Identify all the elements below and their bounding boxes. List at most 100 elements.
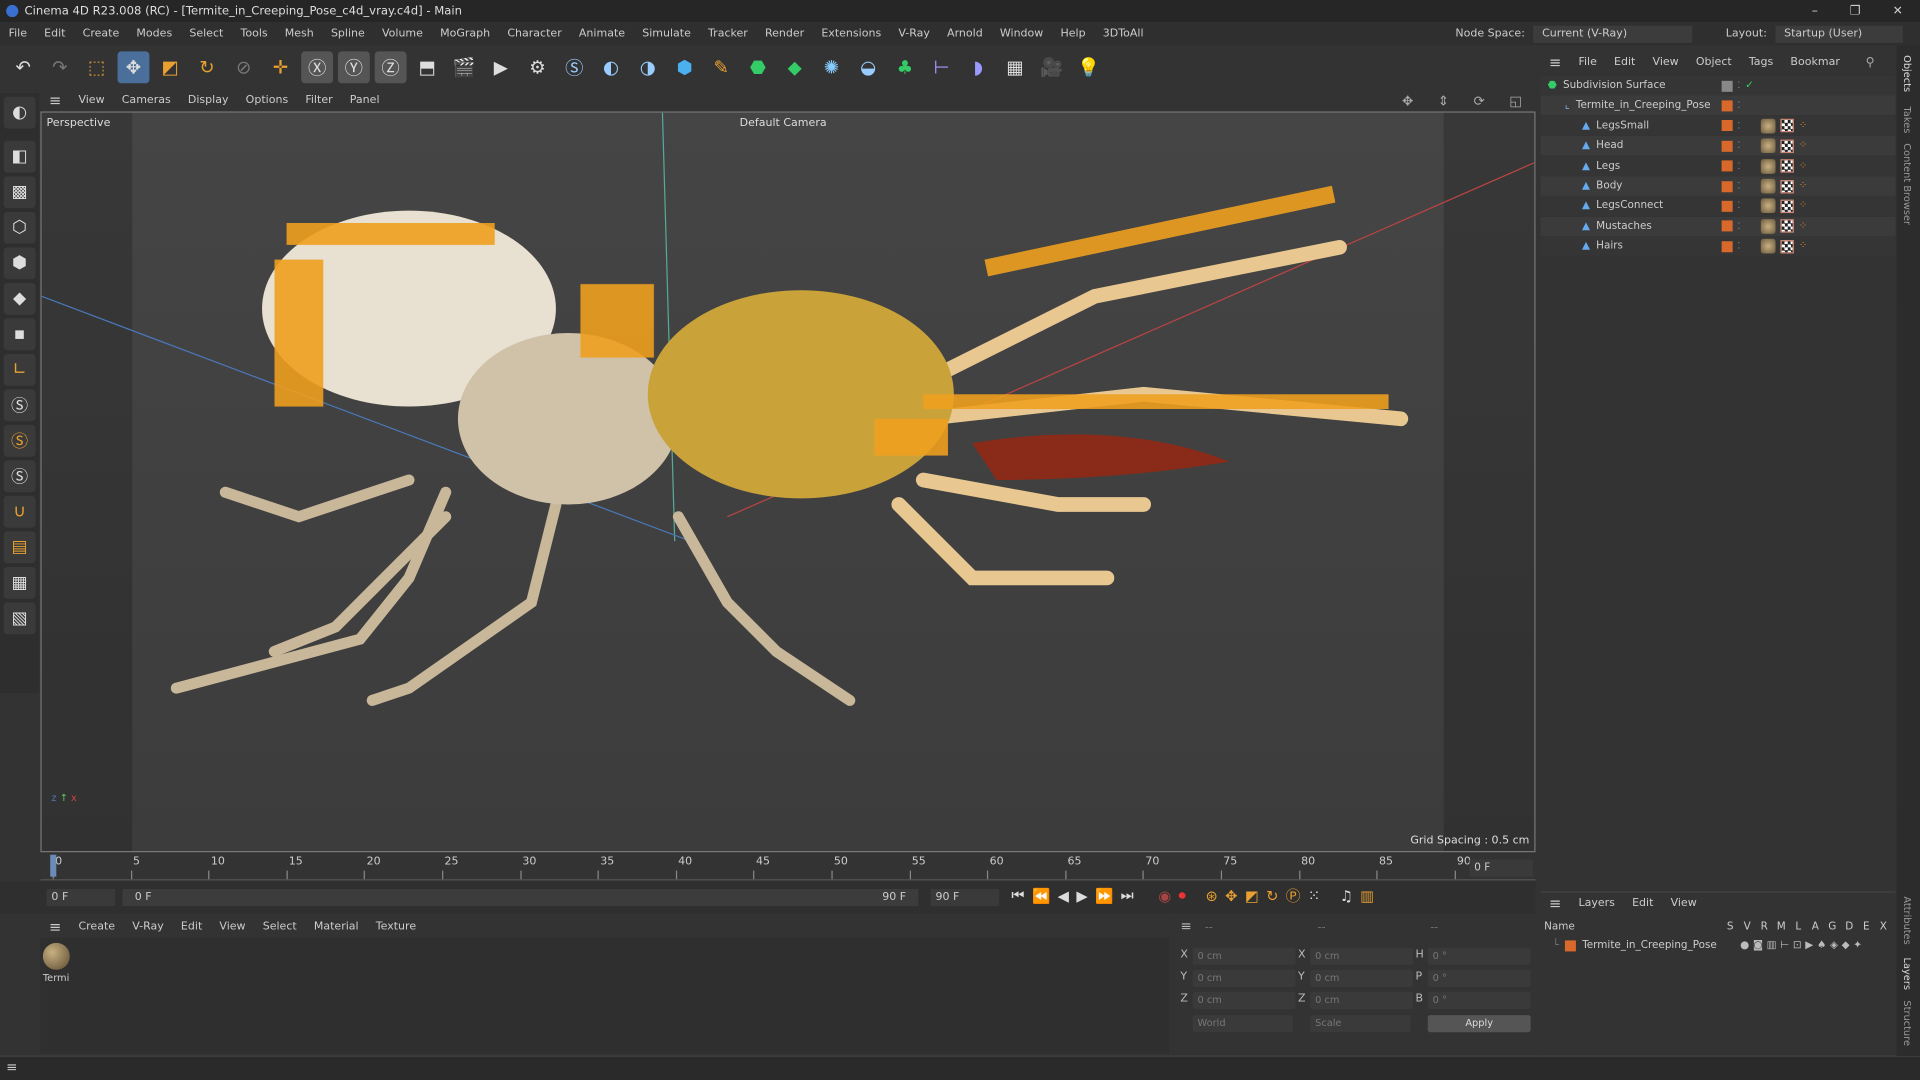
size-y-field[interactable]: 0 cm [1310,969,1414,987]
layer-visibility-icons[interactable]: ⁚ [1721,240,1740,252]
motion-system-icon[interactable]: ▥ [1360,887,1374,904]
menu-simulate[interactable]: Simulate [634,28,700,40]
layers-column-e[interactable]: E [1858,921,1875,933]
floor-icon[interactable]: ▦ [999,51,1031,83]
menu-file[interactable]: File [0,28,36,40]
rotate-icon[interactable]: ↻ [191,51,223,83]
key-rotation-icon[interactable]: ↻ [1266,887,1278,904]
menu-animate[interactable]: Animate [570,28,633,40]
viewport-menu-view[interactable]: View [70,94,113,106]
solo3-icon[interactable]: Ⓢ [3,460,36,493]
pos-z-field[interactable]: 0 cm [1192,991,1296,1009]
object-name[interactable]: Hairs [1596,240,1623,252]
cube-icon[interactable]: ⬢ [669,51,701,83]
object-row[interactable]: ⬣ Subdivision Surface ⁚ ✓ [1540,75,1896,96]
render-view-icon[interactable]: ▶ [485,51,517,83]
keyframe-selection-icon[interactable]: ⊛ [1206,887,1218,904]
phong-tag-icon[interactable]: ⁘ [1799,140,1808,152]
apply-button[interactable]: Apply [1427,1015,1531,1033]
object-row[interactable]: ▲ Legs ⁚ ⁘ [1540,156,1896,176]
object-name[interactable]: Subdivision Surface [1563,80,1666,92]
layers-column-x[interactable]: X [1875,921,1892,933]
axis-icon[interactable]: ∟ [3,353,36,386]
menu-tools[interactable]: Tools [232,28,276,40]
object-row[interactable]: ▲ Head ⁚ ⁘ [1540,136,1896,156]
material-menu-texture[interactable]: Texture [367,921,424,933]
search-icon[interactable]: ⚲ [1857,56,1883,69]
extrude-icon[interactable]: ◆ [779,51,811,83]
uvw-tag-icon[interactable] [1780,219,1794,234]
playhead[interactable] [50,854,57,877]
camera-icon[interactable]: 🎥 [1036,51,1068,83]
select-icon[interactable]: ⬚ [81,51,113,83]
material-menu-select[interactable]: Select [254,921,305,933]
menu-window[interactable]: Window [991,28,1052,40]
uv-mode-icon[interactable]: ▪ [3,318,36,351]
size-z-field[interactable]: 0 cm [1310,991,1414,1009]
object-row[interactable]: ▲ LegsSmall ⁚ ⁘ [1540,116,1896,136]
menu-vray[interactable]: V-Ray [890,28,939,40]
material-menu-vray[interactable]: V-Ray [124,921,173,933]
tab-objects[interactable]: Objects [1902,55,1913,92]
pos-y-field[interactable]: 0 cm [1192,969,1296,987]
size-x-field[interactable]: 0 cm [1310,947,1414,965]
material-menu-edit[interactable]: Edit [172,921,210,933]
key-pla-icon[interactable]: ⁙ [1308,887,1320,904]
prev-key-icon[interactable]: ⏪ [1032,887,1050,904]
layers-column-l[interactable]: L [1790,921,1807,933]
rot-p-field[interactable]: 0 ° [1427,969,1531,987]
phong-tag-icon[interactable]: ⁘ [1799,200,1808,212]
mograph-icon[interactable]: ✺ [816,51,848,83]
last-tool-icon[interactable]: ⊘ [228,51,260,83]
layer-color-swatch[interactable] [1565,939,1577,951]
locked-workplane-icon[interactable]: ▧ [3,602,36,635]
z-axis-icon[interactable]: Ⓩ [374,51,407,84]
objects-menu-tags[interactable]: Tags [1740,56,1782,68]
material-menu-view[interactable]: View [211,921,254,933]
model-mode-icon[interactable]: ◧ [3,140,36,173]
layers-column-s[interactable]: S [1722,921,1739,933]
close-button[interactable]: ✕ [1893,4,1903,17]
menu-arnold[interactable]: Arnold [938,28,991,40]
scale-icon[interactable]: ◩ [154,51,186,83]
object-row[interactable]: ▲ Body ⁚ ⁘ [1540,176,1896,196]
maximize-button[interactable]: ❐ [1850,4,1861,17]
object-name[interactable]: LegsConnect [1596,200,1663,212]
menu-3dtoall[interactable]: 3DToAll [1094,28,1152,40]
key-position-icon[interactable]: ✥ [1225,887,1237,904]
redo-icon[interactable]: ↷ [44,51,76,83]
object-row[interactable]: ⌞ Termite_in_Creeping_Pose ⁚ [1540,95,1896,116]
tab-takes[interactable]: Takes [1902,107,1913,134]
polygons-mode-icon[interactable]: ◆ [3,282,36,315]
viewport-menu-options[interactable]: Options [237,94,297,106]
end-frame-field[interactable]: 90 F [930,888,1000,907]
light-icon[interactable]: 💡 [1073,51,1105,83]
material-hamburger-icon[interactable]: ≡ [40,918,69,935]
object-name[interactable]: Mustaches [1596,220,1652,232]
layer-row[interactable]: └ Termite_in_Creeping_Pose ●◙▥⊢⊡▶♠◈◆✦ [1553,937,1866,954]
layers-column-v[interactable]: V [1739,921,1756,933]
viewport-3d[interactable]: Perspective Default Camera z ↑ x Grid Sp… [40,111,1536,853]
material-menu-create[interactable]: Create [70,921,124,933]
uvw-tag-icon[interactable] [1780,239,1794,254]
field-icon[interactable]: ◗ [962,51,994,83]
pen-icon[interactable]: ✎ [705,51,737,83]
camera-label[interactable]: Default Camera [740,118,827,130]
material-name[interactable]: Termi [43,972,69,983]
layer-visibility-icons[interactable]: ⁚ [1721,200,1740,212]
subdivision-icon[interactable]: ⬣ [742,51,774,83]
layers-column-a[interactable]: A [1807,921,1824,933]
object-name[interactable]: Legs [1596,160,1620,172]
layer-visibility-icons[interactable]: ⁚ [1721,100,1740,112]
menu-spline[interactable]: Spline [322,28,373,40]
tab-content-browser[interactable]: Content Browser [1902,143,1913,225]
prev-frame-icon[interactable]: ◀ [1058,887,1069,904]
timeline-ruler[interactable]: 0 5 10 15 20 25 30 35 40 45 50 55 60 65 70 75 80 85 90 [40,853,1536,881]
coord-system-dropdown[interactable]: World [1192,1015,1294,1033]
layers-menu-view[interactable]: View [1662,897,1705,909]
menu-create[interactable]: Create [74,28,128,40]
layer-flag-icons[interactable]: ●◙▥⊢⊡▶♠◈◆✦ [1740,939,1866,951]
viewport-menu-cameras[interactable]: Cameras [113,94,179,106]
material-tag-icon[interactable] [1760,118,1776,134]
menu-extensions[interactable]: Extensions [813,28,890,40]
